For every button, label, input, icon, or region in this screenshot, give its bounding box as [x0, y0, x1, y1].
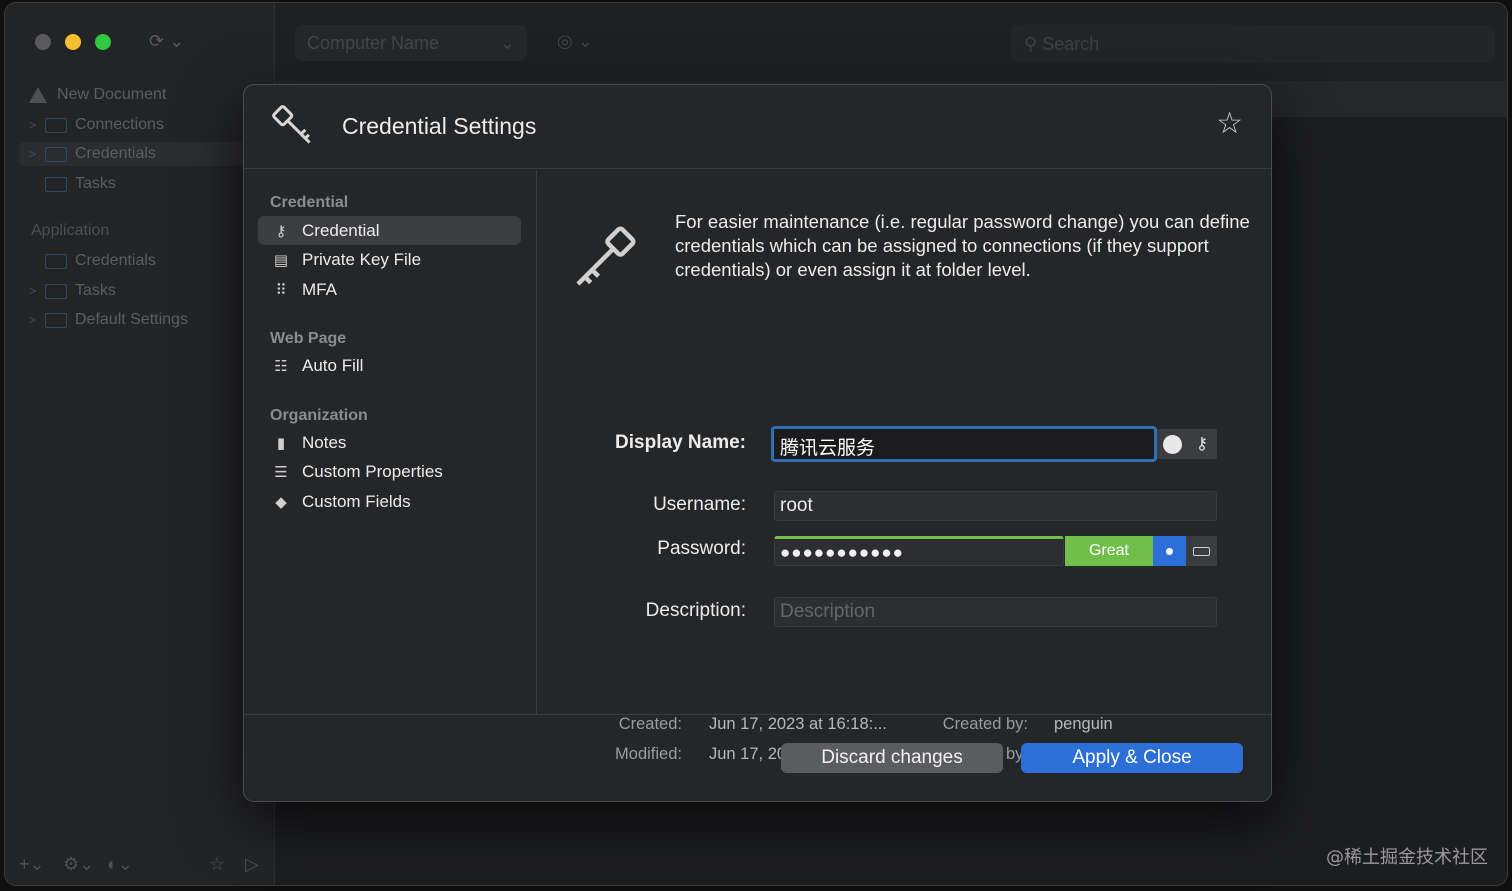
- password-masked-value: ●●●●●●●●●●●: [780, 543, 904, 562]
- color-picker-button[interactable]: [1157, 429, 1187, 459]
- nav-item-label: MFA: [302, 279, 337, 299]
- folder-icon: [45, 253, 67, 269]
- sidebar-item-connections[interactable]: > Connections: [29, 113, 164, 137]
- nav-item-mfa[interactable]: ⠿ MFA: [258, 275, 521, 304]
- dialog-header: Credential Settings ☆: [244, 85, 1271, 169]
- sidebar-item-app-credentials[interactable]: Credentials: [45, 249, 156, 273]
- mode-menu-icon[interactable]: ◐⌄: [107, 854, 133, 875]
- reveal-password-button[interactable]: [1153, 536, 1186, 566]
- close-window-button[interactable]: [35, 34, 51, 50]
- password-input[interactable]: ●●●●●●●●●●●: [774, 536, 1064, 566]
- list-icon: ☰: [274, 463, 288, 481]
- chevron-right-icon[interactable]: >: [29, 313, 45, 327]
- folder-icon: [45, 312, 67, 328]
- nav-item-label: Credential: [302, 220, 380, 240]
- sidebar-item-label: Tasks: [75, 282, 116, 299]
- apply-close-button[interactable]: Apply & Close: [1021, 743, 1243, 773]
- maximize-window-button[interactable]: [95, 34, 111, 50]
- credential-panel: For easier maintenance (i.e. regular pas…: [538, 170, 1271, 763]
- chevron-right-icon[interactable]: >: [29, 118, 45, 132]
- nav-item-auto-fill[interactable]: ☷ Auto Fill: [258, 351, 521, 380]
- chevron-right-icon[interactable]: >: [29, 284, 45, 298]
- chevron-right-icon[interactable]: >: [29, 147, 45, 161]
- computer-name-combobox[interactable]: Computer Name ⌄: [295, 25, 527, 61]
- folder-icon: [45, 283, 67, 299]
- key-icon: ⚷: [1195, 434, 1209, 453]
- password-label: Password:: [657, 538, 746, 559]
- nav-heading-organization: Organization: [270, 407, 368, 424]
- sidebar-item-label: Connections: [75, 116, 164, 133]
- dialog-footer: Discard changes Apply & Close: [244, 714, 1271, 802]
- document-icon: ▮: [276, 434, 286, 452]
- sidebar-item-label: Credentials: [75, 252, 156, 269]
- sidebar-item-default-settings[interactable]: > Default Settings: [29, 308, 188, 332]
- description-placeholder: Description: [780, 601, 876, 622]
- action-menu-icon[interactable]: ◎ ⌄: [557, 31, 593, 52]
- sidebar-document[interactable]: New Document: [29, 83, 166, 107]
- warning-icon: [29, 87, 47, 103]
- username-label: Username:: [653, 494, 746, 515]
- sidebar-item-label: Credentials: [75, 145, 156, 162]
- sidebar-document-label: New Document: [57, 86, 167, 103]
- favorite-star-icon[interactable]: ☆: [1216, 109, 1243, 139]
- password-strength-badge: Great: [1065, 536, 1153, 566]
- play-icon[interactable]: ▷: [245, 854, 259, 875]
- watermark: @稀土掘金技术社区: [1326, 847, 1488, 868]
- settings-nav: Credential ⚷ Credential ▤ Private Key Fi…: [244, 170, 537, 714]
- keyboard-icon: [1193, 546, 1210, 556]
- sidebar-item-tasks[interactable]: Tasks: [45, 172, 116, 196]
- sidebar-item-label: Tasks: [75, 175, 116, 192]
- computer-name-placeholder: Computer Name: [307, 33, 440, 53]
- refresh-menu-icon[interactable]: ⟳ ⌄: [149, 31, 184, 52]
- key-icon: ⚷: [275, 222, 287, 240]
- nav-item-notes[interactable]: ▮ Notes: [258, 428, 521, 457]
- display-name-input[interactable]: 腾讯云服务: [771, 426, 1157, 462]
- tag-icon: ◆: [275, 493, 287, 511]
- description-input[interactable]: Description: [774, 597, 1217, 627]
- nav-item-custom-properties[interactable]: ☰ Custom Properties: [258, 457, 521, 486]
- search-placeholder: Search: [1042, 34, 1100, 54]
- sidebar-item-app-tasks[interactable]: > Tasks: [29, 279, 116, 303]
- display-name-label: Display Name:: [615, 432, 746, 453]
- star-icon[interactable]: ☆: [209, 854, 225, 875]
- document-key-icon: ▤: [273, 251, 289, 269]
- form-fill-icon: ☷: [274, 357, 288, 375]
- info-description: For easier maintenance (i.e. regular pas…: [675, 211, 1250, 280]
- nav-heading-web-page: Web Page: [270, 330, 347, 347]
- folder-icon: [45, 117, 67, 133]
- sidebar-heading-application: Application: [31, 222, 110, 239]
- circle-icon: [1162, 434, 1182, 454]
- nav-item-label: Auto Fill: [302, 355, 364, 375]
- nav-item-label: Custom Properties: [302, 461, 443, 481]
- nav-item-private-key-file[interactable]: ▤ Private Key File: [258, 245, 521, 274]
- nav-heading-credential: Credential: [270, 194, 349, 211]
- dialog-title: Credential Settings: [342, 113, 537, 139]
- chevron-down-icon: ⌄: [499, 33, 515, 53]
- password-generator-button[interactable]: [1186, 536, 1217, 566]
- discard-changes-button[interactable]: Discard changes: [781, 743, 1003, 773]
- search-field[interactable]: ⚲ Search: [1010, 25, 1495, 63]
- folder-icon: [45, 176, 67, 192]
- sidebar-item-label: Default Settings: [75, 311, 188, 328]
- nav-item-label: Notes: [302, 432, 347, 452]
- search-icon: ⚲: [1024, 34, 1043, 54]
- key-icon: [268, 101, 320, 158]
- sidebar: ⟳ ⌄ New Document > Connections > Credent…: [5, 3, 275, 885]
- sidebar-item-credentials[interactable]: > Credentials: [19, 142, 259, 166]
- minimize-window-button[interactable]: [65, 34, 81, 50]
- add-menu-icon[interactable]: +⌄: [19, 854, 45, 875]
- folder-icon: [45, 146, 67, 162]
- icon-picker-button[interactable]: ⚷: [1187, 429, 1217, 459]
- nav-item-label: Custom Fields: [302, 491, 411, 511]
- keypad-icon: ⠿: [275, 281, 287, 299]
- nav-item-label: Private Key File: [302, 249, 422, 269]
- dot-icon: [1166, 547, 1173, 555]
- username-input[interactable]: root: [774, 491, 1217, 521]
- description-label: Description:: [645, 600, 746, 621]
- gear-menu-icon[interactable]: ⚙⌄: [63, 854, 94, 875]
- credential-settings-dialog: Credential Settings ☆ Credential ⚷ Crede…: [243, 84, 1272, 802]
- nav-item-custom-fields[interactable]: ◆ Custom Fields: [258, 487, 521, 516]
- key-icon: [564, 222, 640, 303]
- nav-item-credential[interactable]: ⚷ Credential: [258, 216, 521, 245]
